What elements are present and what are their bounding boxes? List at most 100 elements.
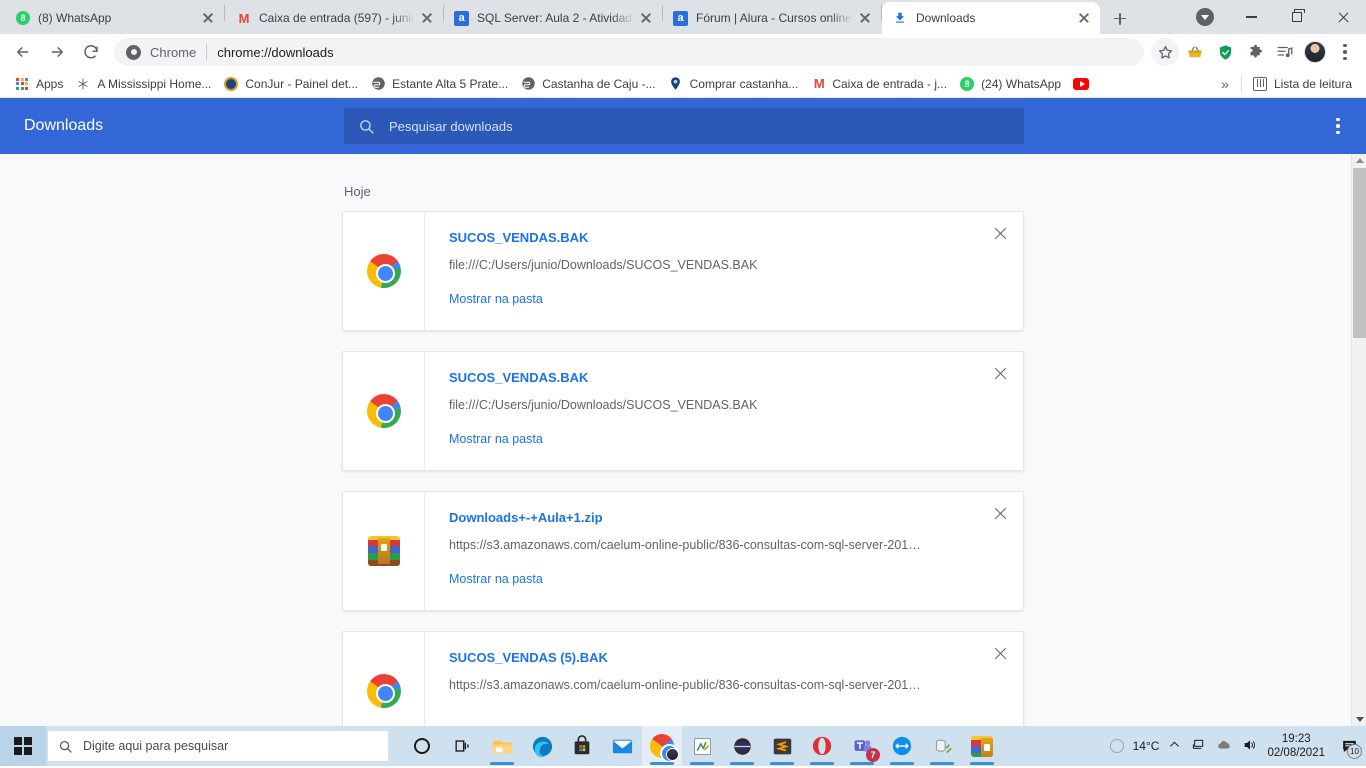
windows-start-icon — [14, 737, 32, 755]
dbeaver-button[interactable] — [722, 726, 762, 766]
tab-downloads[interactable]: Downloads — [882, 2, 1100, 34]
remove-download-button[interactable] — [993, 646, 1009, 662]
reading-list-icon — [1252, 76, 1268, 92]
bookmark-gmail[interactable]: M Caixa de entrada - j... — [804, 74, 953, 94]
tab-forum-alura[interactable]: a Fórum | Alura - Cursos online — [663, 2, 881, 34]
bookmark-whatsapp[interactable]: 8 (24) WhatsApp — [953, 74, 1067, 94]
bookmark-estante-alta[interactable]: Estante Alta 5 Prate... — [364, 74, 514, 94]
download-file-name[interactable]: SUCOS_VENDAS (5).BAK — [449, 650, 1007, 665]
security-shield-button[interactable] — [1211, 38, 1239, 66]
bookmark-mississippi[interactable]: A Mississippi Home... — [69, 74, 217, 94]
download-item[interactable]: SUCOS_VENDAS (5).BAK https://s3.amazonaw… — [342, 631, 1024, 726]
conjur-icon — [223, 76, 239, 92]
taskbar-clock[interactable]: 19:23 02/08/2021 — [1267, 732, 1325, 760]
notifications-button[interactable]: 10 — [1338, 735, 1362, 759]
tab-gmail[interactable]: M Caixa de entrada (597) - junio — [225, 2, 443, 34]
show-hidden-icons-button[interactable] — [1168, 738, 1181, 754]
bookmark-comprar-castanha[interactable]: Comprar castanha... — [662, 74, 805, 94]
new-tab-button[interactable] — [1106, 4, 1134, 32]
basket-extension-button[interactable] — [1181, 38, 1209, 66]
downloads-more-button[interactable] — [1336, 117, 1340, 135]
forward-button[interactable] — [42, 37, 72, 67]
extensions-button[interactable] — [1241, 38, 1269, 66]
taskbar-search-input[interactable]: Digite aqui para pesquisar — [48, 731, 388, 761]
profile-chip-button[interactable] — [1182, 0, 1228, 34]
asterisk-icon — [75, 76, 91, 92]
close-window-button[interactable] — [1320, 0, 1366, 34]
sql-server-button[interactable] — [922, 726, 962, 766]
download-file-icon-cell — [343, 632, 425, 726]
file-explorer-button[interactable] — [482, 726, 522, 766]
bookmark-apps[interactable]: Apps — [8, 74, 69, 94]
chrome-menu-button[interactable] — [1331, 38, 1359, 66]
winrar-button[interactable] — [962, 726, 1002, 766]
chevron-up-icon — [1170, 741, 1180, 747]
tab-whatsapp[interactable]: 8 (8) WhatsApp — [6, 2, 224, 34]
forward-arrow-icon — [51, 46, 64, 58]
opera-button[interactable] — [802, 726, 842, 766]
remove-download-button[interactable] — [993, 226, 1009, 242]
volume-button[interactable] — [1242, 737, 1258, 756]
teamviewer-button[interactable] — [882, 726, 922, 766]
excel-icon — [693, 737, 711, 755]
teams-button[interactable]: 7 — [842, 726, 882, 766]
scrollbar-thumb[interactable] — [1353, 168, 1366, 338]
task-view-button[interactable] — [442, 726, 482, 766]
bookmark-conjur[interactable]: ConJur - Painel det... — [217, 74, 364, 94]
download-item[interactable]: SUCOS_VENDAS.BAK file:///C:/Users/junio/… — [342, 351, 1024, 471]
minimize-button[interactable] — [1228, 0, 1274, 34]
microsoft-store-button[interactable] — [562, 726, 602, 766]
media-controls-button[interactable] — [1271, 38, 1299, 66]
download-icon — [892, 10, 908, 26]
tab-close-icon[interactable] — [638, 10, 654, 26]
cortana-button[interactable] — [402, 726, 442, 766]
more-options-icon — [1336, 117, 1340, 135]
chrome-file-icon — [366, 674, 401, 708]
tab-title: Fórum | Alura - Cursos online — [696, 11, 852, 25]
download-file-name[interactable]: SUCOS_VENDAS.BAK — [449, 370, 1007, 385]
bookmarks-overflow-button[interactable]: » — [1213, 76, 1237, 92]
show-in-folder-link[interactable]: Mostrar na pasta — [449, 432, 1007, 446]
remove-download-button[interactable] — [993, 366, 1009, 382]
onedrive-button[interactable] — [1215, 738, 1233, 755]
edge-button[interactable] — [522, 726, 562, 766]
download-item[interactable]: SUCOS_VENDAS.BAK file:///C:/Users/junio/… — [342, 211, 1024, 331]
downloads-search-box[interactable]: Pesquisar downloads — [344, 108, 1024, 144]
network-button[interactable] — [1190, 737, 1206, 756]
address-bar[interactable]: Chrome chrome://downloads — [114, 38, 1144, 66]
show-in-folder-link[interactable]: Mostrar na pasta — [449, 572, 1007, 586]
whatsapp-icon: 8 — [16, 11, 30, 25]
download-file-name[interactable]: Downloads+-+Aula+1.zip — [449, 510, 1007, 525]
reload-icon — [84, 45, 98, 59]
start-button[interactable] — [0, 726, 46, 766]
bookmark-youtube[interactable] — [1067, 74, 1095, 94]
download-file-name[interactable]: SUCOS_VENDAS.BAK — [449, 230, 1007, 245]
page-scrollbar[interactable] — [1351, 154, 1366, 726]
tab-close-icon[interactable] — [857, 10, 873, 26]
scroll-up-arrow-icon[interactable] — [1355, 158, 1364, 163]
tab-sql-server-aula[interactable]: a SQL Server: Aula 2 - Atividade — [444, 2, 662, 34]
download-item[interactable]: Downloads+-+Aula+1.zip https://s3.amazon… — [342, 491, 1024, 611]
bookmark-castanha-caju[interactable]: Castanha de Caju -... — [514, 74, 661, 94]
teamviewer-icon — [892, 736, 912, 756]
excel-button[interactable] — [682, 726, 722, 766]
download-file-icon-cell — [343, 492, 425, 610]
show-in-folder-link[interactable]: Mostrar na pasta — [449, 292, 1007, 306]
reload-button[interactable] — [76, 37, 106, 67]
profile-avatar-button[interactable] — [1301, 38, 1329, 66]
tab-close-icon[interactable] — [1076, 10, 1092, 26]
reading-list-button[interactable]: Lista de leitura — [1246, 74, 1358, 94]
back-button[interactable] — [8, 37, 38, 67]
scroll-down-arrow-icon[interactable] — [1355, 717, 1364, 722]
chrome-button[interactable] — [642, 726, 682, 766]
bookmark-label: Castanha de Caju -... — [542, 76, 656, 91]
remove-download-button[interactable] — [993, 506, 1009, 522]
tab-close-icon[interactable] — [200, 10, 216, 26]
mail-button[interactable] — [602, 726, 642, 766]
sublime-text-button[interactable] — [762, 726, 802, 766]
tab-close-icon[interactable] — [419, 10, 435, 26]
sql-server-icon — [935, 739, 952, 753]
pin-icon — [668, 76, 684, 92]
bookmark-star-button[interactable] — [1151, 38, 1179, 66]
maximize-button[interactable] — [1274, 0, 1320, 34]
